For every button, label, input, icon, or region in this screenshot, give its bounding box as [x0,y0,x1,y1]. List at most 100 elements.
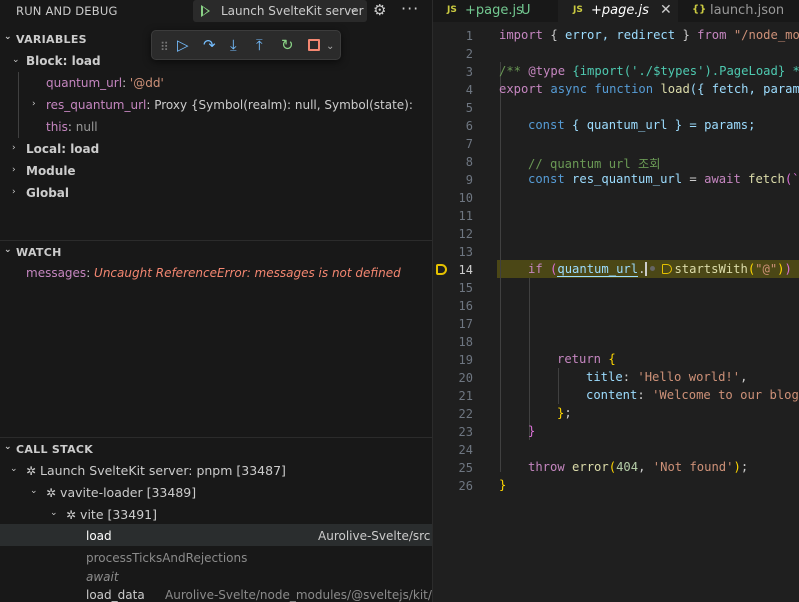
stack-frame-row[interactable]: load Aurolive-Svelte/src [0,525,432,547]
bug-icon: ✲ [66,508,77,522]
chevron-down-icon: ⌄ [4,245,12,255]
variable-value: Proxy {Symbol(realm): null, Symbol(state… [154,98,413,112]
code-line: } [528,424,536,438]
chevron-down-icon[interactable]: ⌄ [349,2,358,15]
code-line: /** @type {import('./$types').PageLoad} … [499,64,799,78]
watch-expression: messages [26,266,87,280]
debug-session-row[interactable]: ⌄ ✲ Launch SvelteKit server: pnpm [33487… [0,459,432,481]
editor-tabs: JS +page.js U JS +page.js ✕ {} launch.js… [433,0,799,22]
chevron-down-icon: ⌄ [4,32,12,42]
code-line: export async function load({ fetch, para… [499,82,799,96]
js-file-icon: JS [573,5,583,15]
tab-label: launch.json [710,3,785,18]
debug-title: RUN AND DEBUG [16,4,118,18]
inline-value-dot [650,266,656,271]
frame-source: Aurolive-Svelte/src [318,529,431,543]
vscode-window: RUN AND DEBUG Launch SvelteKit server ⌄ … [0,0,799,602]
code-editor[interactable]: 1 2 3 4 5 6 7 8 9 10 11 12 13 14 15 16 17 18 19 20 21 22 23 24 2… [433,22,799,602]
play-icon[interactable] [201,5,210,17]
callstack-section-header[interactable]: ⌄ CALL STACK [0,438,432,460]
variable-row[interactable]: quantum_url: '@dd' [0,72,432,94]
line-number: 14 [458,263,473,277]
text-cursor [645,262,648,276]
code-line: title: 'Hello world!', [586,370,748,384]
tab-launch-json[interactable]: {} launch.json [678,0,799,22]
variable-row[interactable]: › res_quantum_url: Proxy {Symbol(realm):… [0,94,432,116]
watch-error-value: Uncaught ReferenceError: messages is not… [94,266,401,280]
watch-expression-row[interactable]: messages: Uncaught ReferenceError: messa… [0,262,432,284]
debug-session-row[interactable]: ⌄ ✲ vavite-loader [33489] [0,481,432,503]
line-number: 23 [458,425,473,439]
chevron-down-icon: ⌄ [12,55,20,65]
close-icon[interactable]: ✕ [660,2,672,18]
line-number: 16 [458,299,473,313]
variable-separator: : [122,76,130,90]
line-number: 8 [465,155,473,169]
tab-label: +page.js [465,3,523,18]
bug-icon: ✲ [26,464,37,478]
stack-frame-row[interactable]: load_data Aurolive-Svelte/node_modules/@… [0,584,432,602]
line-number: 22 [458,407,473,421]
chevron-right-icon: › [12,143,16,153]
gear-icon[interactable]: ⚙ [373,1,386,19]
watch-section-header[interactable]: ⌄ WATCH [0,241,432,263]
line-number: 19 [458,353,473,367]
code-line: content: 'Welcome to our blog.' [586,388,799,402]
chevron-right-icon: › [12,165,16,175]
tab-page-js-active[interactable]: JS +page.js ✕ [558,0,678,22]
watch-separator: : [86,266,95,280]
line-number: 26 [458,479,473,493]
inline-breakpoint-icon[interactable] [662,264,673,274]
scope-label: Global [26,186,70,200]
line-number: 4 [465,83,473,97]
variable-name: this [46,120,68,134]
launch-config-dropdown[interactable]: Launch SvelteKit server ⌄ [193,0,367,22]
variable-value: null [75,120,98,134]
chevron-down-icon: ⌄ [4,442,12,452]
line-number: 2 [465,47,473,61]
code-line: import { error, redirect } from "/node_m… [499,28,799,42]
line-number: 25 [458,461,473,475]
launch-config-label: Launch SvelteKit server [221,4,364,18]
tab-page-js-untracked[interactable]: JS +page.js U [433,0,558,22]
line-number: 11 [458,209,473,223]
line-number: 24 [458,443,473,457]
scope-block-load[interactable]: ⌄ Block: load [0,50,432,72]
watch-title: WATCH [16,246,62,259]
session-label: vavite-loader [33489] [60,485,197,500]
frame-name: load [86,529,112,543]
session-label: Launch SvelteKit server: pnpm [33487] [40,463,286,478]
variable-name: res_quantum_url [46,98,147,112]
chevron-right-icon: › [12,187,16,197]
code-line-current: if (quantum_url.startsWith("@")) { [528,262,792,277]
bug-icon: ✲ [46,486,57,500]
variable-row[interactable]: this: null [0,116,432,138]
chevron-right-icon: › [32,99,36,109]
frame-name: load_data [86,588,145,602]
chevron-down-icon: ⌄ [10,464,18,474]
scope-module[interactable]: › Module [0,160,432,182]
code-line: } [499,478,507,492]
code-line: return { [557,352,616,366]
frame-source: Aurolive-Svelte/node_modules/@sveltejs/k… [165,588,432,602]
scope-local-load[interactable]: › Local: load [0,138,432,160]
scope-label: Module [26,164,76,178]
variable-separator: : [67,120,76,134]
scope-global[interactable]: › Global [0,182,432,204]
js-file-icon: JS [447,5,457,15]
line-number: 20 [458,371,473,385]
line-number: 15 [458,281,473,295]
line-number: 17 [458,317,473,331]
variables-section-header[interactable]: ⌄ VARIABLES [0,28,432,50]
code-line: }; [557,406,572,420]
editor-pane: JS +page.js U JS +page.js ✕ {} launch.js… [432,0,799,602]
line-number: 9 [465,173,473,187]
indent-guide [529,278,530,440]
debug-session-row[interactable]: ⌄ ✲ vite [33491] [0,503,432,525]
scope-label: Block: load [26,54,101,68]
code-line: throw error(404, 'Not found'); [528,460,749,474]
tab-label: +page.js [591,3,649,18]
line-number: 13 [458,245,473,259]
line-number: 12 [458,227,473,241]
ellipsis-icon[interactable]: ··· [401,0,419,18]
